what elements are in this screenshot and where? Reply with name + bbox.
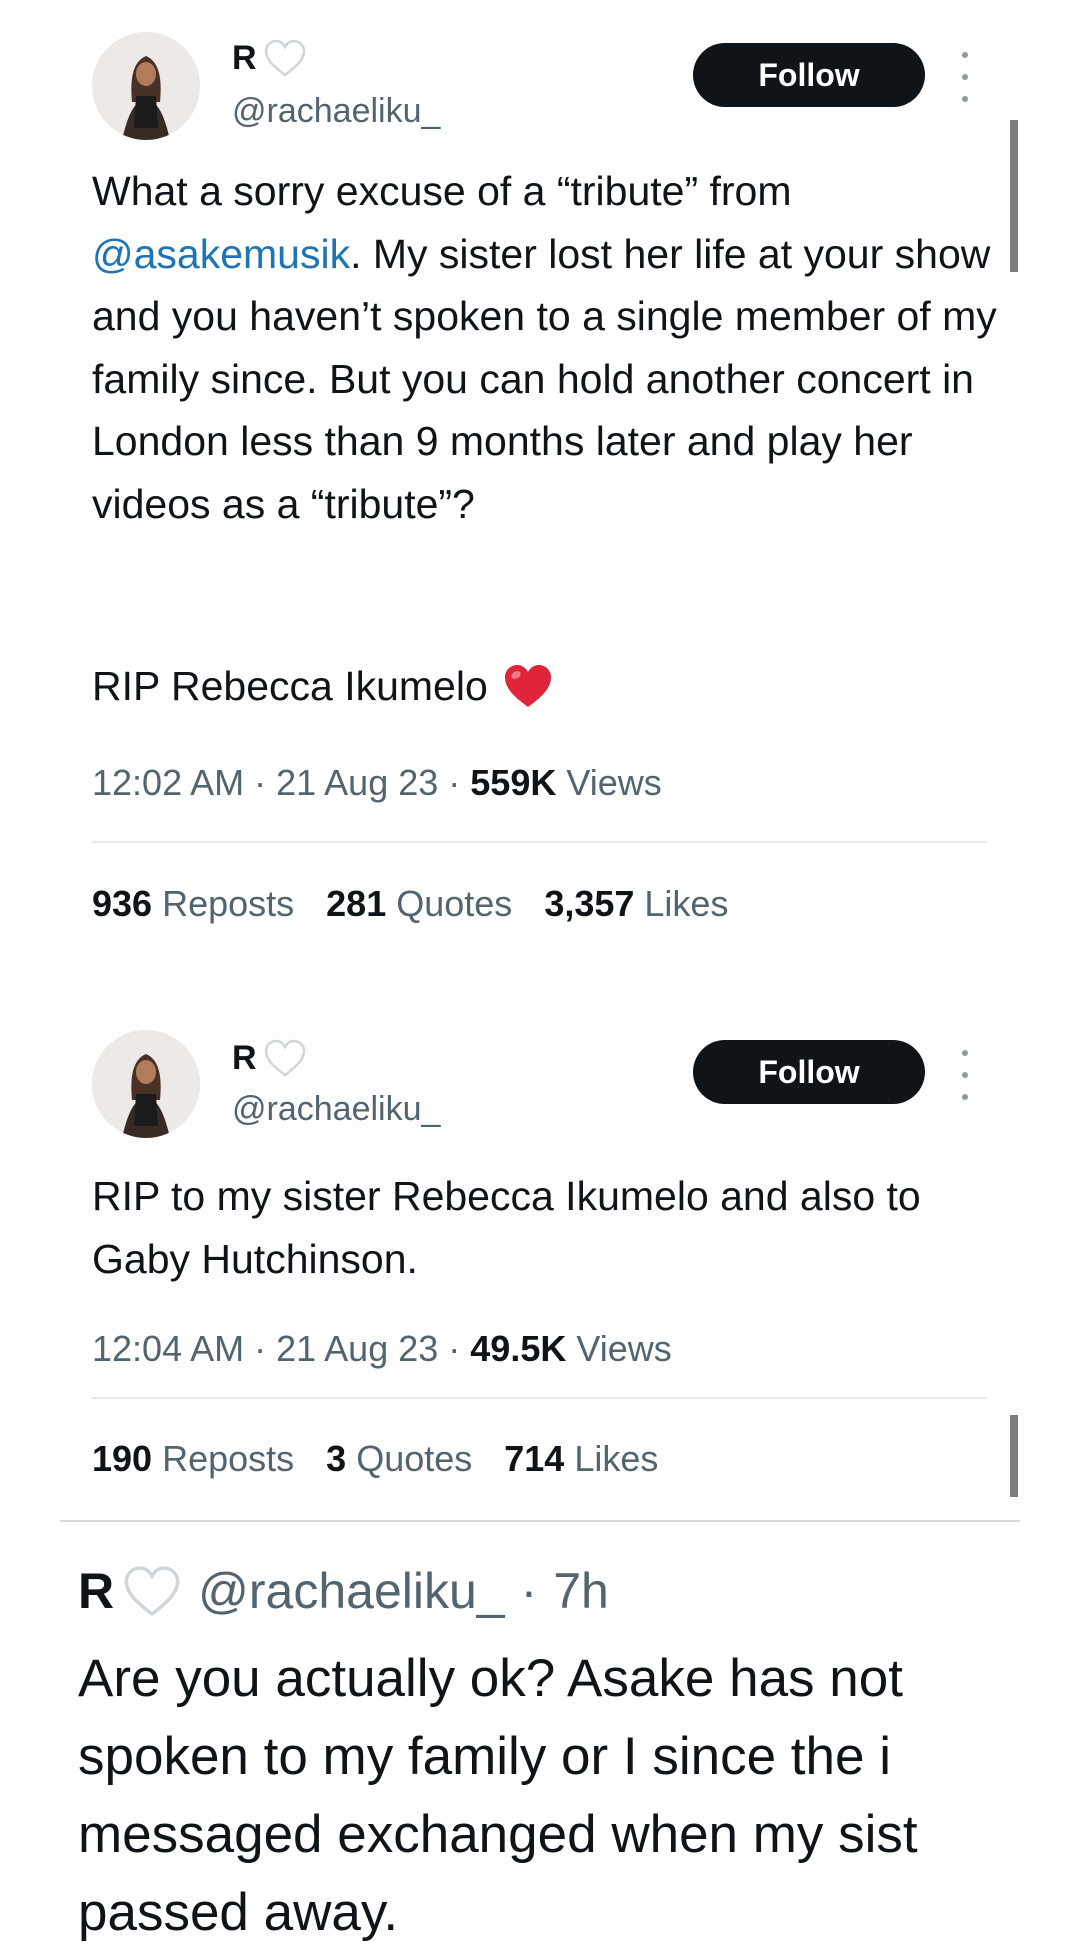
views-count: 49.5K: [470, 1328, 567, 1369]
tweet-date[interactable]: 21 Aug 23: [276, 762, 438, 803]
follow-button[interactable]: Follow: [693, 43, 925, 107]
engagement-stats: 190 Reposts 3 Quotes 714 Likes: [92, 1438, 658, 1480]
scrollbar[interactable]: [1010, 1415, 1018, 1497]
divider: [92, 841, 987, 843]
tweet-body: RIP to my sister Rebecca Ikumelo and als…: [92, 1173, 921, 1282]
more-options-icon[interactable]: [952, 52, 978, 102]
reposts-count: 936: [92, 883, 153, 924]
reply-header[interactable]: R @rachaeliku_ · 7h: [78, 1562, 609, 1620]
author-display-name: R: [232, 1038, 257, 1077]
reposts-count: 190: [92, 1438, 153, 1479]
rip-line: RIP Rebecca Ikumelo: [92, 662, 554, 710]
follow-button[interactable]: Follow: [693, 1040, 925, 1104]
quotes-stat[interactable]: 281 Quotes: [326, 883, 512, 925]
tweet-1: R @rachaeliku_ Follow What a sorry excus…: [0, 0, 1080, 1010]
quotes-label: Quotes: [396, 883, 513, 924]
views-count: 559K: [470, 762, 557, 803]
author-display-name: R: [78, 1563, 115, 1619]
likes-count: 3,357: [544, 883, 635, 924]
avatar-photo-icon: [92, 32, 200, 140]
views-label: Views: [576, 1328, 672, 1369]
dot: [962, 74, 968, 80]
reposts-stat[interactable]: 936 Reposts: [92, 883, 294, 925]
avatar[interactable]: [92, 1030, 200, 1138]
author-display-name: R: [232, 38, 257, 77]
author-name-row[interactable]: R: [232, 38, 307, 78]
dot: [962, 96, 968, 102]
body-line: passed away.: [78, 1883, 399, 1942]
red-heart-icon: [504, 665, 551, 707]
more-options-icon[interactable]: [952, 1050, 978, 1100]
dot: [962, 1072, 968, 1078]
white-heart-icon: [264, 1039, 305, 1077]
dot: [962, 1094, 968, 1100]
tweet-meta: 12:02 AM · 21 Aug 23 · 559K Views: [92, 762, 662, 803]
likes-label: Likes: [644, 883, 729, 924]
likes-stat[interactable]: 3,357 Likes: [544, 883, 728, 925]
reposts-label: Reposts: [162, 883, 295, 924]
avatar-photo-icon: [92, 1030, 200, 1138]
quotes-label: Quotes: [356, 1438, 473, 1479]
author-handle[interactable]: @rachaeliku_: [232, 1090, 440, 1129]
avatar[interactable]: [92, 32, 200, 140]
quotes-count: 281: [326, 883, 387, 924]
reposts-stat[interactable]: 190 Reposts: [92, 1438, 294, 1480]
reposts-label: Reposts: [162, 1438, 295, 1479]
tweet-3: R @rachaeliku_ · 7h Are you actually ok?…: [0, 1522, 1080, 1957]
likes-stat[interactable]: 714 Likes: [504, 1438, 658, 1480]
white-heart-icon: [264, 39, 305, 77]
body-line: messaged exchanged when my sist: [78, 1805, 918, 1864]
author-handle[interactable]: @rachaeliku_: [198, 1562, 504, 1620]
divider: [92, 1397, 987, 1399]
dot: [962, 1050, 968, 1056]
quotes-stat[interactable]: 3 Quotes: [326, 1438, 472, 1480]
scrollbar[interactable]: [1010, 120, 1018, 272]
tweet-body: Are you actually ok? Asake has not spoke…: [78, 1640, 1018, 1952]
dot: [962, 52, 968, 58]
mention-link[interactable]: @asakemusik: [92, 231, 350, 277]
body-line: Are you actually ok? Asake has not: [78, 1649, 903, 1708]
rip-text: RIP Rebecca Ikumelo: [92, 662, 488, 709]
author-handle[interactable]: @rachaeliku_: [232, 92, 440, 131]
likes-count: 714: [504, 1438, 565, 1479]
white-heart-icon: [124, 1566, 180, 1617]
tweet-meta: 12:04 AM · 21 Aug 23 · 49.5K Views: [92, 1328, 672, 1369]
tweet-body-part: What a sorry excuse of a “tribute” from: [92, 168, 792, 214]
views-label: Views: [566, 762, 662, 803]
likes-label: Likes: [574, 1438, 659, 1479]
tweet-2: R @rachaeliku_ Follow RIP to my sister R…: [0, 1010, 1080, 1520]
quotes-count: 3: [326, 1438, 347, 1479]
body-line: spoken to my family or I since the i: [78, 1727, 891, 1786]
separator-dot: ·: [520, 1563, 538, 1619]
engagement-stats: 936 Reposts 281 Quotes 3,357 Likes: [92, 883, 728, 925]
tweet-body: What a sorry excuse of a “tribute” from …: [92, 160, 1012, 535]
tweet-time[interactable]: 12:02 AM: [92, 762, 244, 803]
post-age[interactable]: 7h: [553, 1562, 609, 1620]
tweet-date[interactable]: 21 Aug 23: [276, 1328, 438, 1369]
tweet-time[interactable]: 12:04 AM: [92, 1328, 244, 1369]
author-name-row[interactable]: R: [232, 1038, 307, 1078]
